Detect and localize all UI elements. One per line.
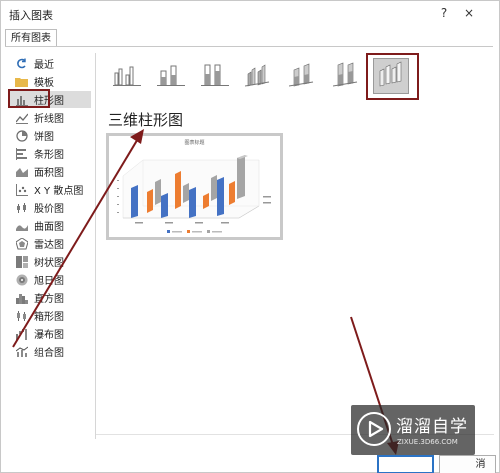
- stock-chart-icon: [15, 202, 28, 214]
- tab-divider: [5, 46, 493, 47]
- 100-stacked-column-icon: [201, 63, 229, 90]
- treemap-chart-icon: [15, 255, 28, 268]
- line-chart-icon: [15, 112, 28, 124]
- title-bar: 插入图表 ? ×: [1, 1, 500, 27]
- surface-chart-icon: [15, 220, 28, 232]
- sidebar-item-box-whisker[interactable]: 箱形图: [9, 307, 91, 324]
- sidebar-item-label: 雷达图: [34, 240, 64, 251]
- help-button[interactable]: ?: [435, 4, 453, 22]
- sidebar-item-label: 模板: [34, 78, 54, 89]
- sidebar-item-histogram[interactable]: 直方图: [9, 289, 91, 306]
- subtype-3d-clustered-column[interactable]: [241, 58, 277, 94]
- preview-legend: [167, 230, 222, 233]
- area-chart-icon: [15, 166, 28, 178]
- stacked-column-icon: [157, 63, 185, 90]
- ok-button[interactable]: [377, 455, 434, 473]
- close-button[interactable]: ×: [460, 4, 478, 22]
- sidebar-item-scatter[interactable]: X Y 散点图: [9, 181, 91, 198]
- sidebar-item-label: 最近: [34, 60, 54, 71]
- scatter-chart-icon: [15, 183, 28, 196]
- sidebar-item-surface[interactable]: 曲面图: [9, 217, 91, 234]
- sidebar-item-radar[interactable]: 雷达图: [9, 235, 91, 252]
- subtype-stacked-column[interactable]: [153, 58, 189, 94]
- sidebar-item-label: 组合图: [34, 348, 64, 359]
- sidebar-item-area[interactable]: 面积图: [9, 163, 91, 180]
- sidebar-item-label: 折线图: [34, 114, 64, 125]
- recent-icon: [15, 58, 28, 70]
- annotation-box-subtype: [366, 53, 419, 100]
- sidebar-item-label: X Y 散点图: [34, 186, 84, 197]
- sidebar-item-label: 直方图: [34, 294, 64, 305]
- watermark-name: 溜溜自学: [396, 417, 468, 437]
- bar-chart-icon: [15, 147, 28, 160]
- annotation-box-sidebar: [8, 89, 50, 108]
- sidebar-item-combo[interactable]: 组合图: [9, 343, 91, 360]
- 3d-stacked-column-icon: [288, 62, 317, 91]
- 3d-100-stacked-column-icon: [332, 62, 361, 91]
- sidebar-item-recent[interactable]: 最近: [9, 55, 91, 72]
- watermark: 溜溜自学 ZIXUE.3D66.COM: [351, 405, 475, 455]
- watermark-url: ZIXUE.3D66.COM: [397, 438, 458, 446]
- sidebar-item-label: 曲面图: [34, 222, 64, 233]
- sidebar-item-label: 旭日图: [34, 276, 64, 287]
- sidebar-item-label: 股价图: [34, 204, 64, 215]
- subtype-3d-stacked-column[interactable]: [285, 58, 321, 94]
- cancel-button[interactable]: 消: [439, 455, 496, 473]
- sidebar-item-bar[interactable]: 条形图: [9, 145, 91, 162]
- sidebar-item-sunburst[interactable]: 旭日图: [9, 271, 91, 288]
- chart-subtype-gallery: [101, 53, 493, 101]
- sidebar-item-label: 树状图: [34, 258, 64, 269]
- cancel-label: 消: [475, 459, 486, 470]
- histogram-chart-icon: [15, 292, 28, 304]
- sidebar-item-label: 面积图: [34, 168, 64, 179]
- panel-divider: [95, 53, 96, 439]
- insert-chart-dialog: 插入图表 ? × 所有图表 最近 模板 柱形图 折线图 饼图 条形图 面积图 X…: [0, 0, 500, 473]
- radar-chart-icon: [15, 237, 28, 250]
- sidebar-item-label: 饼图: [34, 132, 54, 143]
- sidebar-item-stock[interactable]: 股价图: [9, 199, 91, 216]
- sidebar-item-line[interactable]: 折线图: [9, 109, 91, 126]
- clustered-column-icon: [113, 63, 141, 90]
- sidebar-item-label: 条形图: [34, 150, 64, 161]
- subtype-title: 三维柱形图: [108, 111, 184, 129]
- sidebar-item-waterfall[interactable]: 瀑布图: [9, 325, 91, 342]
- sidebar-item-treemap[interactable]: 树状图: [9, 253, 91, 270]
- sidebar-item-label: 箱形图: [34, 312, 64, 323]
- folder-icon: [15, 76, 28, 88]
- sidebar-item-label: 瀑布图: [34, 330, 64, 341]
- chart-type-list: 最近 模板 柱形图 折线图 饼图 条形图 面积图 X Y 散点图 股价图 曲面图…: [9, 53, 93, 441]
- subtype-100-stacked-column[interactable]: [197, 58, 233, 94]
- pie-chart-icon: [15, 129, 28, 142]
- dialog-title: 插入图表: [9, 9, 53, 22]
- waterfall-chart-icon: [15, 328, 28, 340]
- sunburst-chart-icon: [15, 274, 28, 286]
- chart-preview[interactable]: 图表标题: [106, 133, 283, 240]
- watermark-play-icon: [357, 412, 391, 446]
- 3d-clustered-column-icon: [244, 62, 273, 91]
- sidebar-item-pie[interactable]: 饼图: [9, 127, 91, 144]
- sidebar-item-templates[interactable]: 模板: [9, 73, 91, 90]
- subtype-clustered-column[interactable]: [109, 58, 145, 94]
- box-whisker-chart-icon: [15, 310, 28, 322]
- combo-chart-icon: [15, 346, 28, 358]
- tab-all-charts[interactable]: 所有图表: [5, 29, 57, 47]
- preview-chart-graphic: [117, 155, 271, 233]
- subtype-3d-100-stacked-column[interactable]: [329, 58, 365, 94]
